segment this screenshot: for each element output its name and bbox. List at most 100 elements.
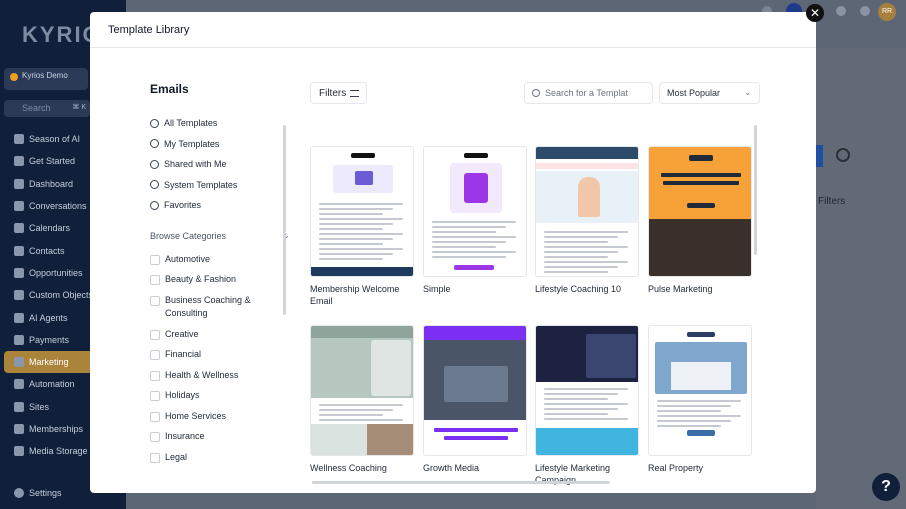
- photo-block: [371, 340, 411, 396]
- gear-icon: [14, 488, 24, 498]
- category-item[interactable]: Beauty & Fashion: [150, 273, 290, 287]
- category-item[interactable]: Insurance: [150, 430, 290, 444]
- template-thumbnail[interactable]: [310, 146, 414, 277]
- template-card[interactable]: Lifestyle Coaching 10: [535, 146, 639, 296]
- sidebar-item-label: Payments: [29, 334, 70, 345]
- category-item[interactable]: Health & Wellness: [150, 369, 290, 383]
- filters-button[interactable]: Filters: [310, 82, 367, 104]
- thumbnail-text-line: [319, 253, 393, 255]
- thumbnail-block: [444, 436, 508, 440]
- account-switcher[interactable]: Kyrios Demo: [4, 68, 88, 90]
- template-thumbnail[interactable]: [648, 146, 752, 277]
- template-card[interactable]: Lifestyle Marketing Campaign: [535, 325, 639, 486]
- template-thumbnail[interactable]: [648, 325, 752, 456]
- sidebar-item-label: Calendars: [29, 223, 71, 234]
- search-placeholder: Search for a Templat: [545, 88, 628, 98]
- sidebar-item-label: Contacts: [29, 245, 65, 256]
- category-checkbox[interactable]: [150, 452, 160, 463]
- template-nav: All Templates My Templates Shared with Me S…: [150, 113, 290, 216]
- nav-icon: [14, 134, 24, 145]
- nav-item[interactable]: System Templates: [150, 175, 290, 196]
- category-item[interactable]: Business Coaching & Consulting: [150, 294, 290, 321]
- cta-block: [454, 265, 494, 270]
- gear-icon[interactable]: [836, 148, 850, 162]
- help-button[interactable]: ?: [872, 473, 900, 501]
- thumbnail-block: [311, 424, 367, 455]
- template-thumbnail[interactable]: [423, 146, 527, 277]
- template-card[interactable]: Wellness Coaching: [310, 325, 414, 475]
- category-item[interactable]: Creative: [150, 328, 290, 342]
- thumbnail-text-line: [432, 236, 516, 238]
- category-checkbox[interactable]: [150, 432, 160, 442]
- template-name: Real Property: [648, 463, 704, 473]
- avatar[interactable]: RR: [878, 3, 896, 21]
- nav-item[interactable]: Shared with Me: [150, 154, 290, 175]
- category-checkbox[interactable]: [150, 254, 160, 265]
- nav-item-label: System Templates: [164, 179, 238, 190]
- background-filters-label[interactable]: Filters: [818, 196, 845, 207]
- template-card[interactable]: Simple: [423, 146, 527, 296]
- modal-title: Template Library: [108, 23, 190, 36]
- template-card[interactable]: Real Property: [648, 325, 752, 475]
- background-primary-button[interactable]: [816, 145, 823, 167]
- sort-select[interactable]: Most Popular ⌄: [659, 82, 760, 104]
- browse-categories-toggle[interactable]: Browse Categories ⌄: [150, 226, 290, 246]
- category-label: Insurance: [165, 431, 205, 441]
- nav-item-label: My Templates: [164, 138, 220, 149]
- category-item[interactable]: Financial: [150, 348, 290, 362]
- horizontal-scrollbar[interactable]: [312, 481, 610, 484]
- sidebar-search[interactable]: Search ⌘ K: [4, 100, 90, 117]
- thumbnail-text-line: [544, 393, 618, 395]
- thumbnail-text-line: [544, 241, 608, 243]
- template-search-input[interactable]: Search for a Templat: [524, 82, 653, 104]
- category-item[interactable]: Holidays: [150, 389, 290, 403]
- help-circle-icon[interactable]: [860, 6, 870, 16]
- category-label: Automotive: [165, 253, 211, 264]
- nav-item[interactable]: All Templates: [150, 113, 290, 134]
- bell-icon[interactable]: [836, 6, 846, 16]
- template-thumbnail[interactable]: [310, 325, 414, 456]
- grid-scrollbar[interactable]: [754, 125, 757, 255]
- thumbnail-block: [355, 171, 373, 185]
- thumbnail-text-line: [544, 266, 618, 268]
- template-name: Membership Welcome Email: [310, 284, 400, 306]
- sidebar-item-settings[interactable]: Settings: [14, 488, 62, 498]
- category-checkbox[interactable]: [150, 391, 160, 401]
- nav-item[interactable]: Favorites: [150, 195, 290, 216]
- template-thumbnail[interactable]: [423, 325, 527, 456]
- template-thumbnail[interactable]: [535, 325, 639, 456]
- category-checkbox[interactable]: [150, 329, 160, 340]
- nav-item-label: Shared with Me: [164, 159, 227, 170]
- template-library-modal: Template Library Emails All Templates My …: [90, 12, 816, 493]
- category-label: Financial: [165, 349, 202, 359]
- close-icon[interactable]: ✕: [806, 4, 824, 22]
- category-item[interactable]: Home Services: [150, 410, 290, 424]
- category-item[interactable]: Legal: [150, 451, 290, 465]
- photo-block: [367, 424, 413, 455]
- category-checkbox[interactable]: [150, 275, 160, 285]
- template-card[interactable]: Membership Welcome Email: [310, 146, 414, 307]
- thumbnail-text-line: [432, 256, 506, 258]
- thumbnail-text-line: [319, 409, 393, 411]
- thumbnail-block: [434, 428, 518, 432]
- template-card[interactable]: Growth Media: [423, 325, 527, 475]
- sidebar-item-label: Opportunities: [29, 267, 83, 278]
- template-thumbnail[interactable]: [535, 146, 639, 277]
- filters-label: Filters: [319, 88, 347, 99]
- category-label: Creative: [165, 328, 199, 339]
- left-scrollbar[interactable]: [283, 125, 286, 315]
- category-label: Holidays: [165, 390, 200, 400]
- photo-block: [649, 219, 751, 276]
- template-card[interactable]: Pulse Marketing: [648, 146, 752, 296]
- category-checkbox[interactable]: [150, 295, 160, 306]
- footer-block: [536, 428, 638, 455]
- category-checkbox[interactable]: [150, 350, 160, 360]
- category-item[interactable]: Automotive: [150, 253, 290, 267]
- category-checkbox[interactable]: [150, 370, 160, 381]
- nav-item[interactable]: My Templates: [150, 134, 290, 155]
- thumbnail-text-line: [657, 420, 731, 422]
- template-name: Pulse Marketing: [648, 284, 713, 294]
- thumbnail-block: [578, 177, 600, 217]
- category-checkbox[interactable]: [150, 411, 160, 422]
- nav-icon: [14, 424, 24, 434]
